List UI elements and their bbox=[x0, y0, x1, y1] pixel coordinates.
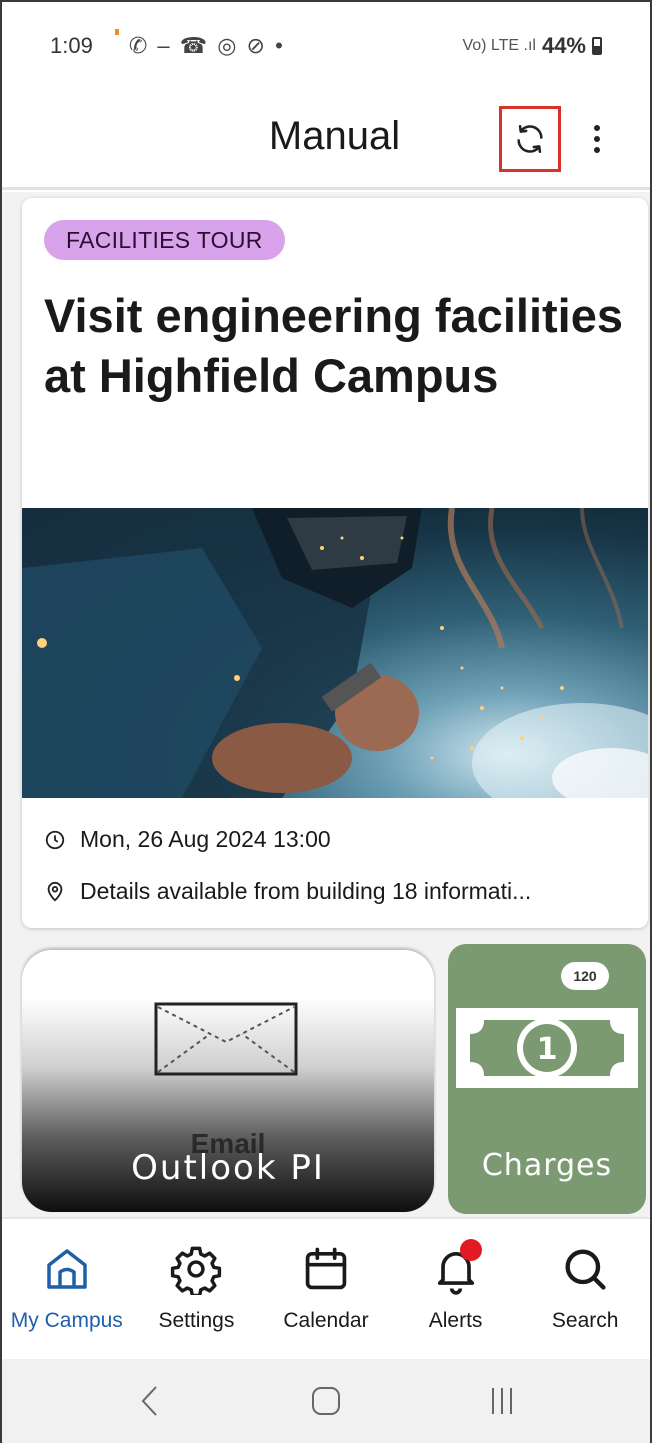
alert-badge bbox=[459, 1239, 482, 1261]
event-location-row: Details available from building 18 infor… bbox=[44, 878, 634, 905]
nav-label-alerts: Alerts bbox=[428, 1309, 483, 1332]
content-area[interactable]: FACILITIES TOUR Visit engineering facili… bbox=[2, 192, 650, 1217]
battery-icon bbox=[592, 37, 602, 55]
event-datetime-row: Mon, 26 Aug 2024 13:00 bbox=[44, 826, 634, 853]
welding-photo bbox=[22, 508, 648, 798]
clock-icon bbox=[45, 830, 65, 849]
money-icon: 1 bbox=[456, 1008, 638, 1088]
nav-label-settings: Settings bbox=[158, 1309, 235, 1332]
app-bar: Manual bbox=[2, 90, 650, 190]
nav-label-my-campus: My Campus bbox=[10, 1309, 123, 1332]
home-system-button[interactable] bbox=[296, 1376, 356, 1426]
status-bar: 1:09 ✆ ‒ ☎ ◎ ⊘ • Vo) LTE .ıl 44% bbox=[2, 2, 650, 90]
email-tile[interactable]: Email Outlook PI bbox=[22, 950, 434, 1212]
more-vertical-icon bbox=[594, 125, 600, 131]
event-title: Visit engineering facilities at Highfiel… bbox=[44, 289, 623, 402]
nav-item-calendar[interactable]: Calendar bbox=[261, 1219, 391, 1361]
signal-icon: Vo) LTE .ıl bbox=[462, 37, 536, 54]
charges-tile-label: Charges bbox=[481, 1148, 613, 1183]
system-nav bbox=[2, 1359, 650, 1443]
nav-label-search: Search bbox=[551, 1309, 619, 1332]
event-card[interactable]: FACILITIES TOUR Visit engineering facili… bbox=[22, 198, 648, 928]
back-chevron-icon bbox=[141, 1386, 157, 1416]
email-tile-label: Outlook PI bbox=[131, 1148, 325, 1188]
nav-item-alerts[interactable]: Alerts bbox=[391, 1219, 521, 1361]
notification-dot-icon bbox=[114, 29, 119, 35]
event-location: Details available from building 18 infor… bbox=[80, 878, 532, 904]
charges-badge: 120 bbox=[561, 962, 609, 990]
status-right: Vo) LTE .ıl 44% bbox=[462, 33, 602, 59]
nav-item-my-campus[interactable]: My Campus bbox=[2, 1219, 132, 1361]
notification-icons: ✆ ‒ ☎ ◎ ⊘ • bbox=[114, 29, 285, 59]
bell-icon-wrap bbox=[430, 1239, 482, 1295]
battery-percent: 44% bbox=[541, 33, 586, 58]
refresh-icon bbox=[517, 124, 543, 154]
event-datetime: Mon, 26 Aug 2024 13:00 bbox=[80, 826, 331, 852]
status-time: 1:09 bbox=[50, 33, 93, 58]
event-tag: FACILITIES TOUR bbox=[44, 220, 285, 260]
search-icon bbox=[565, 1249, 606, 1290]
home-square-icon bbox=[312, 1387, 340, 1415]
location-pin-icon bbox=[47, 881, 63, 902]
nav-item-settings[interactable]: Settings bbox=[132, 1219, 262, 1361]
svg-text:1: 1 bbox=[537, 1032, 558, 1067]
envelope-icon bbox=[154, 1002, 298, 1076]
calendar-icon bbox=[305, 1247, 347, 1290]
recents-icon bbox=[492, 1388, 512, 1414]
bottom-nav: My Campus Settings Calendar Alerts Searc… bbox=[2, 1217, 650, 1359]
gear-icon bbox=[171, 1246, 222, 1295]
home-icon bbox=[47, 1249, 87, 1289]
more-options-button[interactable] bbox=[582, 114, 612, 164]
nav-item-search[interactable]: Search bbox=[520, 1219, 650, 1361]
back-button[interactable] bbox=[120, 1376, 180, 1426]
refresh-button[interactable] bbox=[499, 106, 561, 172]
nav-label-calendar: Calendar bbox=[283, 1309, 369, 1332]
recents-button[interactable] bbox=[472, 1376, 532, 1426]
notification-icons-text: ✆ ‒ ☎ ◎ ⊘ • bbox=[128, 33, 285, 58]
event-image bbox=[22, 508, 648, 798]
charges-tile[interactable]: 120 1 Charges bbox=[448, 944, 646, 1214]
